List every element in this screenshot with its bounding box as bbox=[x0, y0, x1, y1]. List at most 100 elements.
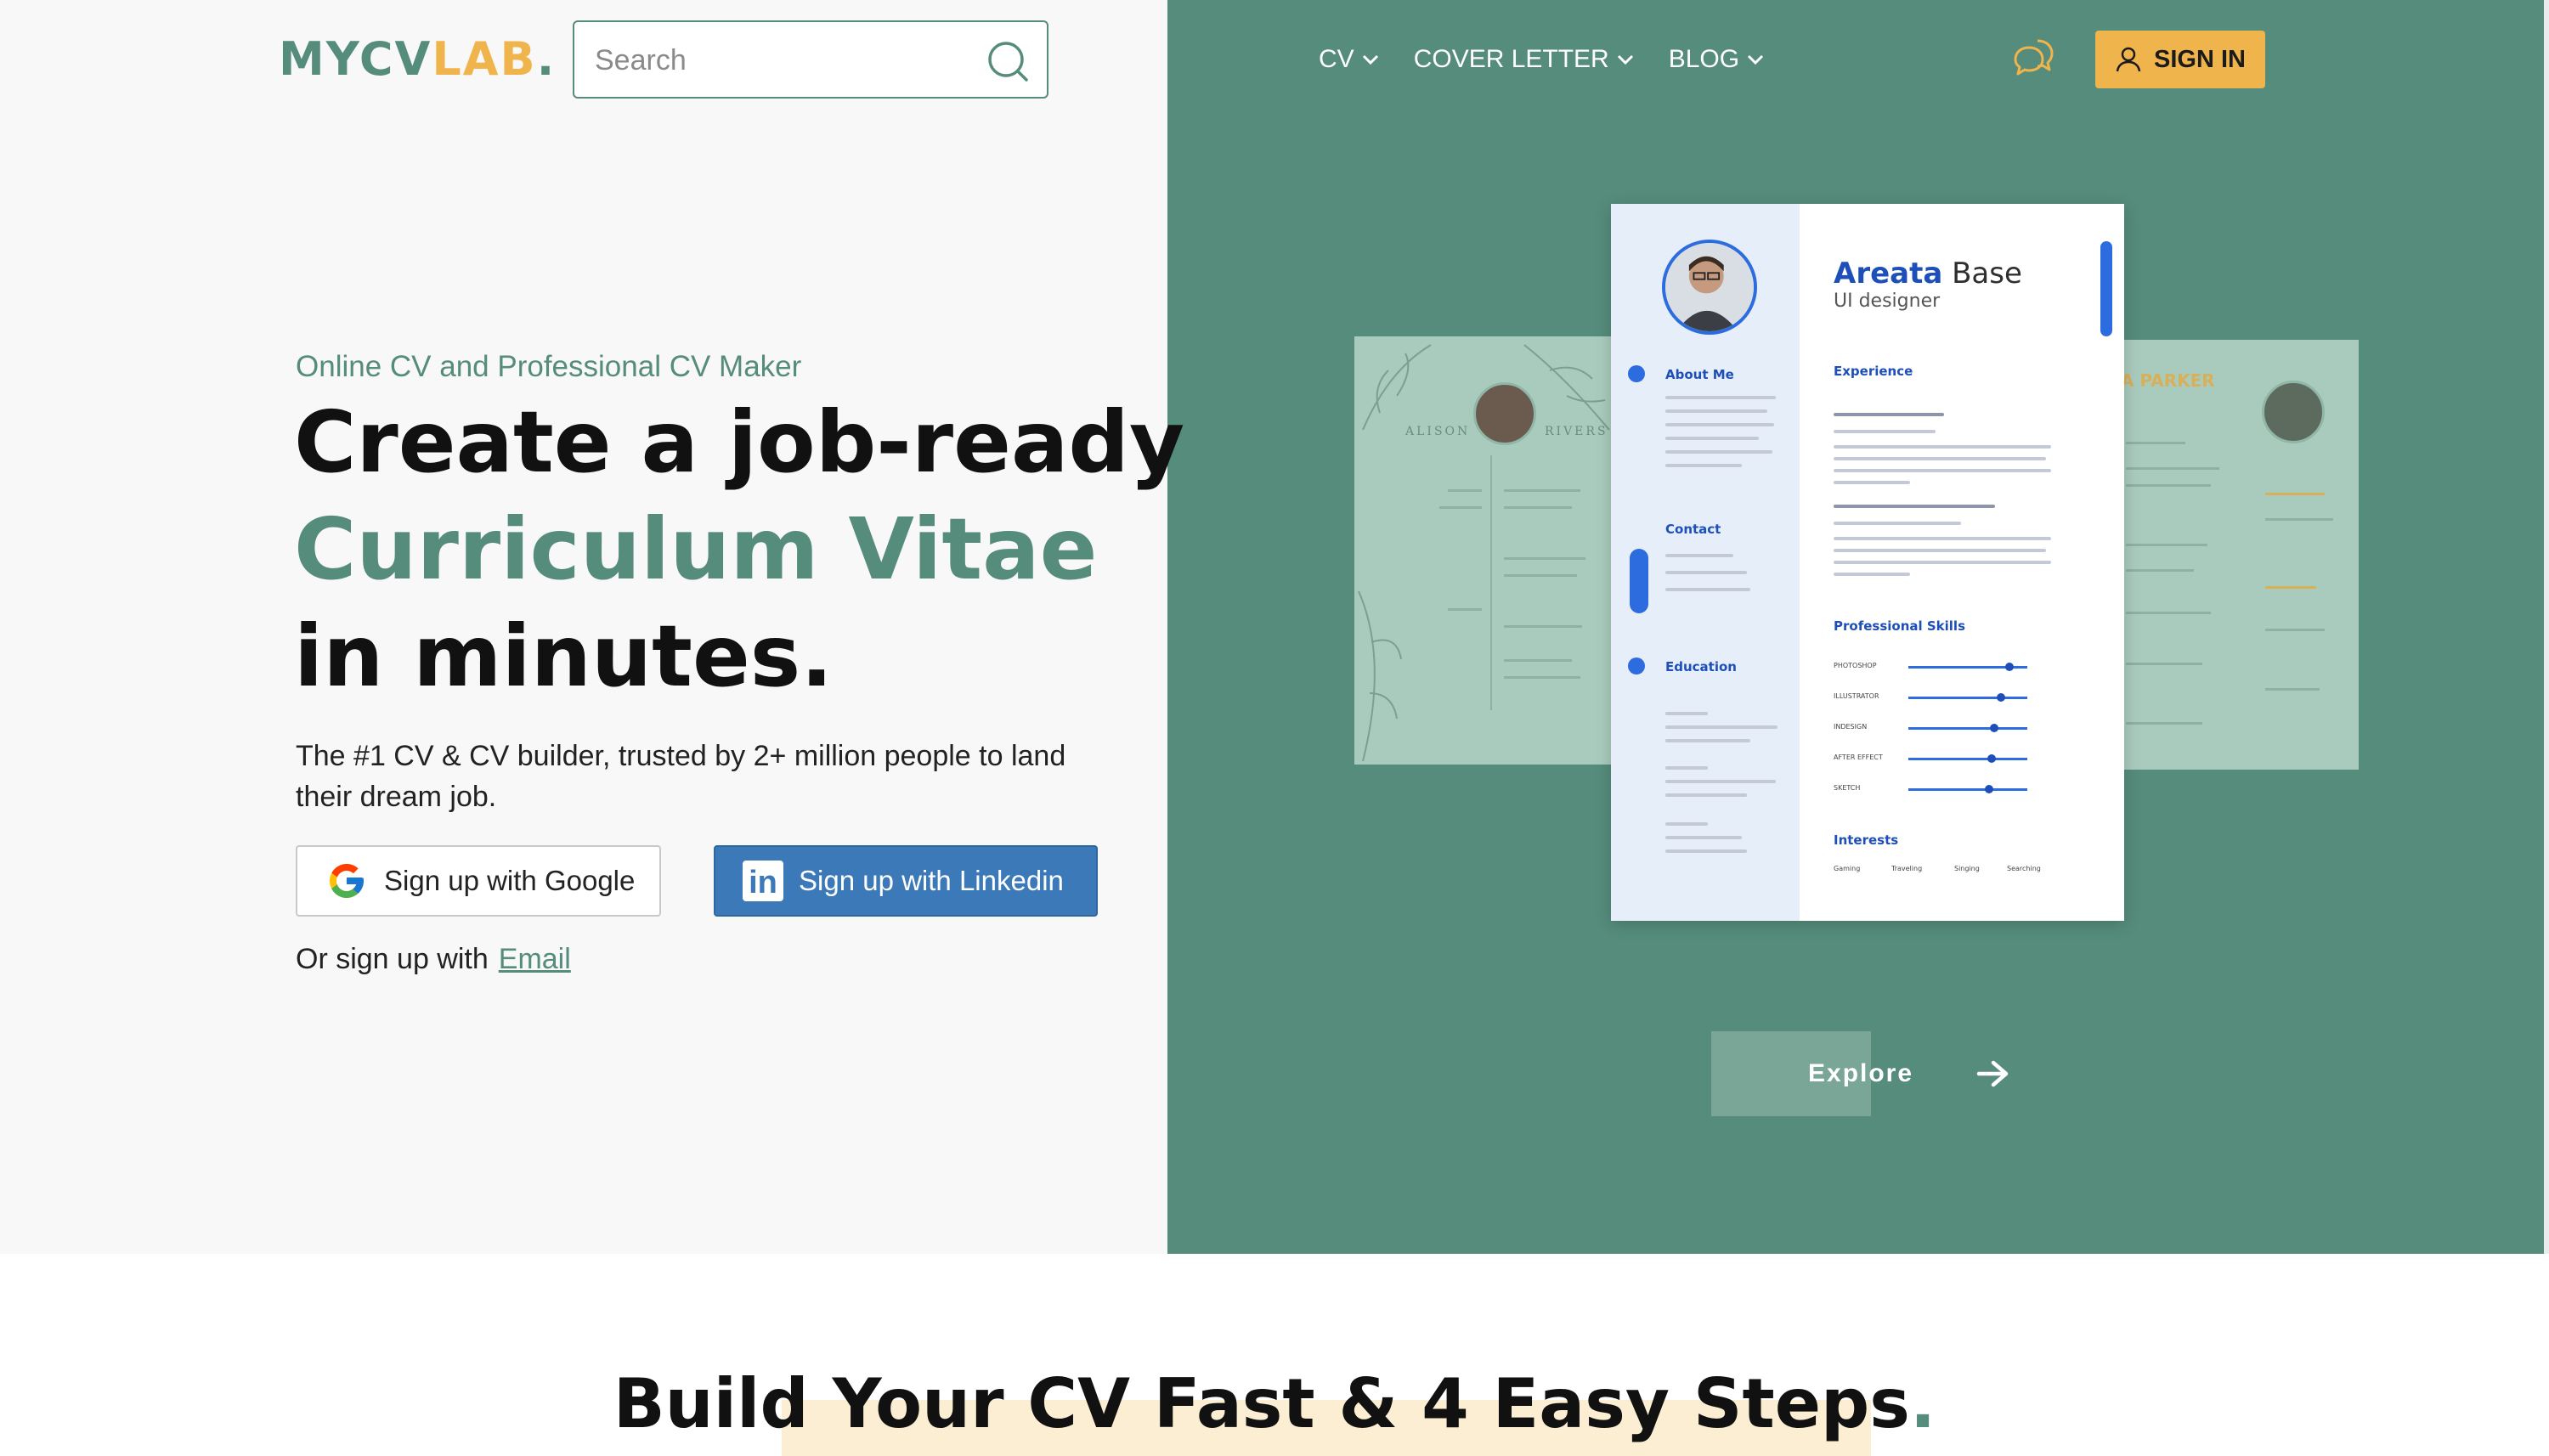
interest-item: Traveling bbox=[1891, 865, 1923, 872]
text-line bbox=[2126, 722, 2202, 725]
chevron-down-icon bbox=[1362, 54, 1378, 65]
sign-in-button[interactable]: SIGN IN bbox=[2095, 31, 2265, 88]
contact-icons bbox=[1630, 549, 1648, 613]
text-line bbox=[2126, 442, 2185, 444]
resume-preview-right: A PARKER bbox=[2121, 340, 2359, 770]
avatar bbox=[1662, 240, 1757, 335]
text-line bbox=[1665, 423, 1774, 426]
sign-in-label: SIGN IN bbox=[2154, 45, 2246, 73]
text-line bbox=[1665, 554, 1733, 557]
text-line bbox=[1665, 450, 1772, 454]
info-icon bbox=[1628, 365, 1645, 382]
chevron-down-icon bbox=[1748, 54, 1764, 65]
interest-item: Singing bbox=[1954, 865, 1980, 872]
skill-level-knob bbox=[1989, 724, 1998, 732]
text-line bbox=[1439, 506, 1482, 509]
skill-label: AFTER EFFECT bbox=[1834, 753, 1883, 761]
text-line bbox=[1504, 676, 1580, 679]
text-line bbox=[1448, 608, 1482, 611]
search-input[interactable] bbox=[595, 37, 952, 83]
text-line bbox=[2265, 629, 2325, 631]
explore-label: Explore bbox=[1808, 1059, 1914, 1087]
text-line bbox=[1665, 396, 1776, 399]
linkedin-signup-button[interactable]: in Sign up with Linkedin bbox=[714, 845, 1098, 917]
text-line bbox=[1665, 793, 1747, 797]
skill-level-knob bbox=[1987, 754, 1996, 763]
skill-label: ILLUSTRATOR bbox=[1834, 692, 1879, 700]
text-line bbox=[1834, 573, 1910, 576]
avatar bbox=[1473, 382, 1536, 445]
explore-button[interactable]: Explore bbox=[1711, 1031, 2017, 1116]
text-line bbox=[1834, 457, 2046, 460]
skill-level-knob bbox=[1997, 693, 2006, 702]
text-line bbox=[2265, 493, 2325, 495]
chat-bubbles-icon[interactable] bbox=[2012, 36, 2054, 78]
logo-dot: . bbox=[536, 32, 557, 86]
text-line bbox=[1665, 588, 1750, 591]
logo-text-lab: LAB bbox=[432, 32, 537, 86]
text-line bbox=[2126, 467, 2219, 470]
search-icon[interactable] bbox=[986, 39, 1030, 83]
skill-level-knob bbox=[1985, 785, 1994, 793]
resume-section-education: Education bbox=[1665, 659, 1737, 674]
resume-name: Areata Base bbox=[1834, 257, 2022, 291]
resume-name-last: Base bbox=[1952, 257, 2022, 291]
text-line bbox=[1504, 659, 1572, 662]
arrow-right-icon bbox=[1976, 1060, 2009, 1087]
nav-item-cv-label: CV bbox=[1319, 45, 1354, 73]
skill-label: INDESIGN bbox=[1834, 723, 1868, 731]
site-logo[interactable]: MYCVLAB. bbox=[279, 32, 556, 87]
email-signup-link[interactable]: Email bbox=[499, 943, 571, 975]
resume-section-interests: Interests bbox=[1834, 832, 1899, 848]
nav-item-cover-letter-label: COVER LETTER bbox=[1413, 45, 1609, 73]
text-line bbox=[1665, 712, 1708, 715]
text-line bbox=[1834, 522, 1961, 525]
scrollbar-thumb[interactable] bbox=[2100, 241, 2112, 336]
user-icon bbox=[2116, 47, 2141, 72]
nav-item-blog[interactable]: BLOG bbox=[1669, 45, 1765, 74]
text-line bbox=[1448, 489, 1482, 492]
hero-eyebrow: Online CV and Professional CV Maker bbox=[296, 350, 802, 383]
text-line bbox=[1834, 481, 1910, 484]
email-signup-line: Or sign up with Email bbox=[296, 943, 571, 976]
divider bbox=[1490, 455, 1492, 710]
leaf-decoration bbox=[1358, 591, 1402, 761]
text-line bbox=[1504, 574, 1577, 577]
chevron-down-icon bbox=[1617, 54, 1633, 65]
nav-item-cover-letter[interactable]: COVER LETTER bbox=[1414, 45, 1635, 74]
skill-label: PHOTOSHOP bbox=[1834, 662, 1877, 669]
linkedin-signup-label: Sign up with Linkedin bbox=[799, 865, 1064, 896]
skill-bar bbox=[1908, 697, 2027, 699]
steps-title-text: Build Your CV Fast & 4 Easy Steps bbox=[613, 1364, 1910, 1443]
right-card-name: A PARKER bbox=[2121, 370, 2215, 391]
text-line bbox=[1665, 739, 1750, 742]
text-line bbox=[1665, 409, 1767, 413]
text-line bbox=[1834, 561, 2051, 564]
headline-line-2: Curriculum Vitae bbox=[294, 499, 1098, 599]
resume-preview-left: ALISON RIVERS bbox=[1354, 336, 1618, 765]
resume-section-skills: Professional Skills bbox=[1834, 618, 1965, 634]
text-line bbox=[1504, 489, 1580, 492]
headline-line-3: in minutes. bbox=[294, 607, 834, 706]
scrollbar-track[interactable] bbox=[2544, 0, 2549, 1254]
steps-title: Build Your CV Fast & 4 Easy Steps. bbox=[0, 1359, 2549, 1449]
text-line bbox=[2265, 688, 2320, 691]
skill-label: SKETCH bbox=[1834, 784, 1861, 792]
search-box bbox=[573, 20, 1048, 99]
skill-bar bbox=[1908, 758, 2027, 760]
google-signup-button[interactable]: Sign up with Google bbox=[296, 845, 661, 917]
nav-item-cv[interactable]: CV bbox=[1319, 45, 1380, 74]
text-line bbox=[1834, 469, 2051, 472]
interest-item: Searching bbox=[2007, 865, 2041, 872]
google-signup-label: Sign up with Google bbox=[384, 865, 636, 896]
resume-preview-main: Areata Base UI designer About Me Contact… bbox=[1611, 204, 2124, 921]
text-line bbox=[1504, 506, 1572, 509]
text-line bbox=[1665, 849, 1747, 853]
text-line bbox=[2265, 586, 2316, 589]
google-icon bbox=[330, 864, 364, 898]
text-line bbox=[1834, 537, 2051, 540]
left-card-name-first: ALISON bbox=[1405, 425, 1471, 438]
resume-section-about: About Me bbox=[1665, 367, 1734, 382]
text-line bbox=[2126, 569, 2194, 572]
text-line bbox=[1834, 549, 2046, 552]
